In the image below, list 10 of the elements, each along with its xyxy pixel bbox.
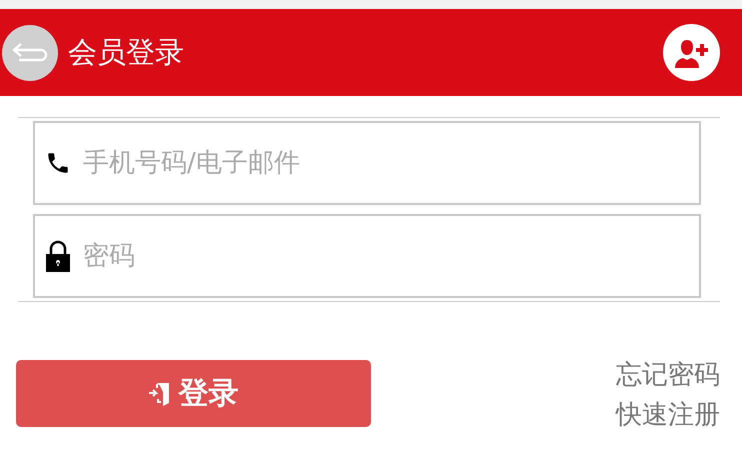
register-link[interactable]: 快速注册 [616, 400, 720, 430]
page-title: 会员登录 [68, 34, 185, 70]
lock-icon [45, 240, 71, 272]
forgot-password-link[interactable]: 忘记密码 [616, 360, 720, 390]
login-button[interactable]: 登录 [16, 360, 371, 427]
sign-in-icon [148, 380, 170, 406]
add-user-icon [674, 38, 708, 68]
return-arrow-icon [11, 40, 49, 64]
password-field[interactable]: 密码 [33, 214, 701, 298]
account-field[interactable]: 手机号码/电子邮件 [33, 121, 701, 205]
